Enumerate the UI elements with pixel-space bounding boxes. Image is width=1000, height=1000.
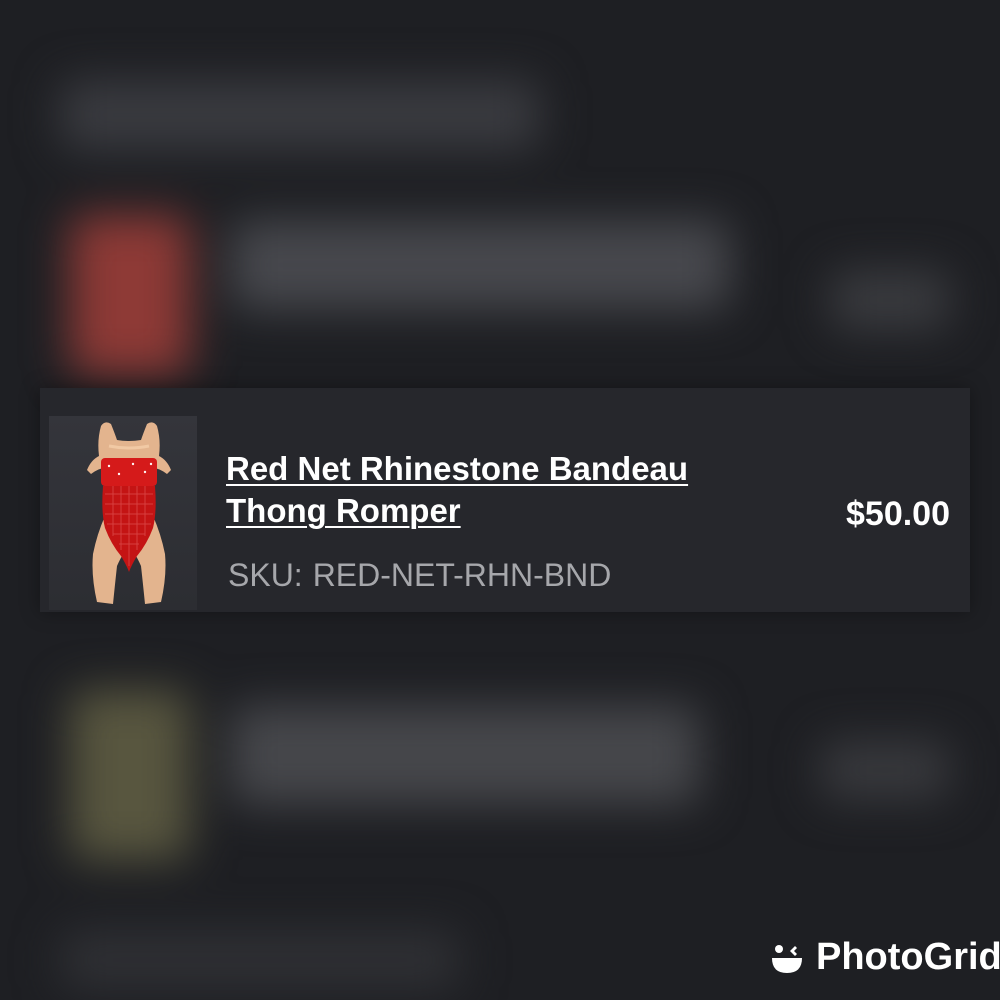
- product-price: $50.00: [846, 495, 950, 533]
- sku-value: RED-NET-RHN-BND: [312, 557, 612, 593]
- blurred-text: [230, 705, 700, 805]
- blurred-thumbnail: [70, 215, 190, 375]
- product-sku: SKU: RED-NET-RHN-BND: [228, 555, 611, 595]
- product-thumbnail[interactable]: [49, 416, 197, 610]
- product-title-link[interactable]: Red Net Rhinestone Bandeau Thong Romper: [226, 448, 786, 532]
- blurred-text: [230, 220, 730, 310]
- photogrid-logo-icon: [772, 944, 802, 973]
- blurred-thumbnail: [70, 690, 190, 860]
- app-screen: Red Net Rhinestone Bandeau Thong Romper …: [0, 0, 1000, 1000]
- product-row[interactable]: Red Net Rhinestone Bandeau Thong Romper …: [40, 388, 970, 612]
- sku-label: SKU:: [228, 557, 303, 593]
- product-photo-icon: [87, 422, 171, 604]
- watermark-text: PhotoGrid: [816, 936, 1000, 978]
- blurred-row: [60, 930, 460, 990]
- blurred-price: [820, 740, 950, 800]
- photogrid-watermark: PhotoGrid: [770, 936, 1000, 979]
- blurred-header: [60, 80, 540, 150]
- blurred-price: [830, 270, 950, 330]
